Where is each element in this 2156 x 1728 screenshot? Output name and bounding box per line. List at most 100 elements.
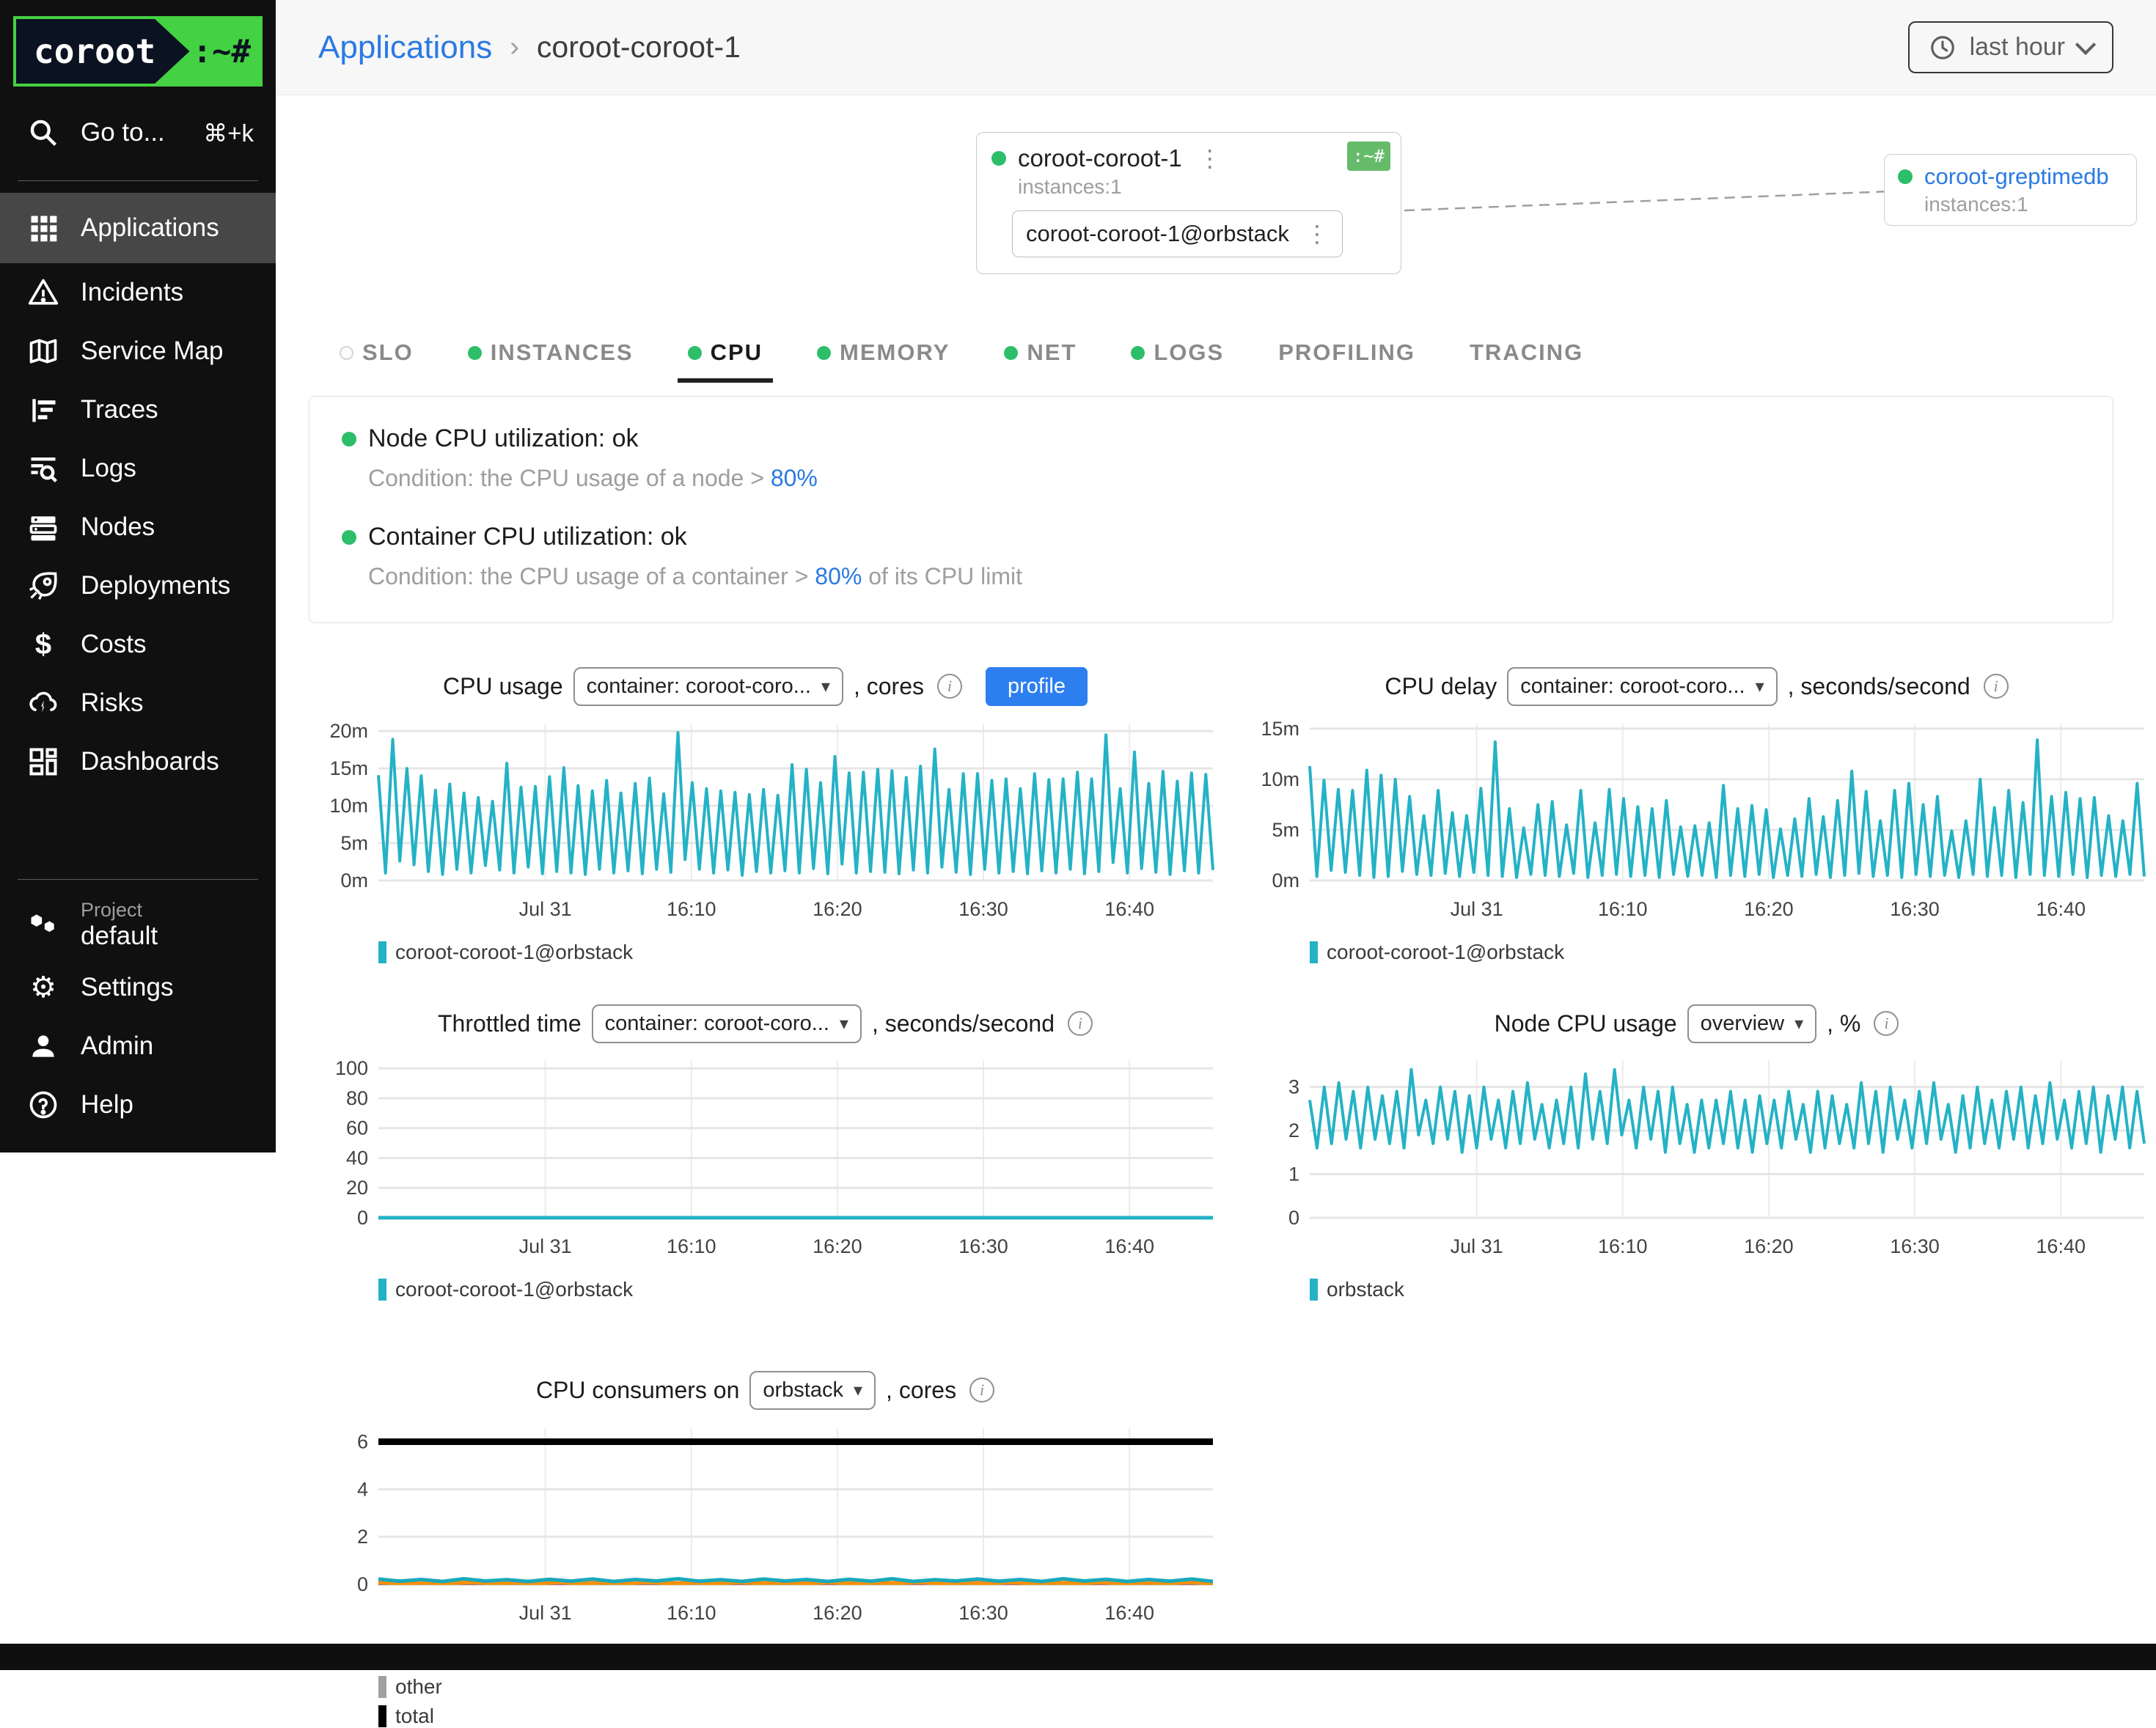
goto-search[interactable]: Go to... ⌘+k [0,97,276,169]
sidebar-collapse-button[interactable]: Collapse [0,1134,276,1193]
svg-text:16:10: 16:10 [667,1235,716,1257]
info-icon[interactable]: i [1984,674,2009,699]
svg-text:16:40: 16:40 [1104,898,1154,920]
sidebar-item-costs[interactable]: $ Costs [0,615,276,674]
svg-text:6: 6 [357,1430,368,1452]
app-link[interactable]: coroot-greptimedb [1924,163,2109,190]
sidebar-item-label: Nodes [81,512,155,542]
sidebar-item-traces[interactable]: Traces [0,380,276,439]
svg-text:Jul 31: Jul 31 [519,1235,572,1257]
svg-text:16:30: 16:30 [958,1235,1008,1257]
legend-item[interactable]: total [378,1705,434,1728]
legend-item[interactable]: orbstack [1310,1278,1404,1301]
search-icon [26,116,60,150]
threshold-link[interactable]: 80% [771,465,818,491]
sidebar-item-label: Logs [81,454,136,483]
legend-item[interactable]: coroot-coroot-1@orbstack [378,941,633,964]
container-selector-dropdown[interactable]: container: coroot-coro...▾ [592,1004,862,1043]
info-icon[interactable]: i [969,1378,994,1402]
svg-text:5m: 5m [1272,819,1299,841]
svg-text:0m: 0m [1272,869,1299,891]
sidebar-item-label: Dashboards [81,747,219,776]
tab-instances[interactable]: INSTANCES [468,320,634,386]
svg-text:16:30: 16:30 [958,898,1008,920]
sidebar-item-risks[interactable]: Risks [0,674,276,732]
sidebar-item-dashboards[interactable]: Dashboards [0,732,276,791]
tab-memory[interactable]: MEMORY [817,320,950,386]
question-circle-icon [26,1088,60,1122]
instances-status-dot [468,346,482,360]
cpu-usage-chart[interactable]: Jul 3116:1016:2016:3016:400m5m10m15m20m [309,713,1222,933]
sidebar-item-applications[interactable]: Applications [0,193,276,263]
instances-count: instances:1 [1018,175,1386,199]
cpu-consumers-chart[interactable]: Jul 3116:1016:2016:3016:400246 [309,1417,1222,1637]
dropdown-caret-icon: ▾ [854,1380,862,1401]
info-icon[interactable]: i [1874,1011,1899,1036]
info-icon[interactable]: i [937,674,962,699]
sidebar-item-logs[interactable]: Logs [0,439,276,498]
sidebar-item-label: Deployments [81,571,230,600]
sidebar-project-selector[interactable]: Project default [0,891,276,958]
tab-slo[interactable]: SLO [340,320,414,386]
legend-item[interactable]: coroot-coroot-1@orbstack [1310,941,1564,964]
breadcrumb-applications-link[interactable]: Applications [318,29,492,66]
logo[interactable]: coroot :~# [0,0,276,97]
svg-text:100: 100 [335,1057,368,1079]
check-container-cpu: Container CPU utilization: ok Condition:… [342,523,2080,590]
svg-text:2: 2 [1288,1119,1299,1141]
kebab-menu-icon[interactable]: ⋮ [1305,220,1329,248]
sidebar-item-label: Traces [81,395,158,424]
legend-item[interactable]: coroot-coroot-1@orbstack [378,1278,633,1301]
svg-text:0: 0 [1288,1207,1299,1229]
sidebar-item-deployments[interactable]: Deployments [0,556,276,615]
sidebar-item-help[interactable]: Help [0,1076,276,1134]
chart-cpu-usage: CPU usage container: coroot-coro...▾ , c… [309,663,1222,964]
svg-text:15m: 15m [329,757,368,779]
time-range-picker[interactable]: last hour [1908,21,2113,73]
tab-logs[interactable]: LOGS [1131,320,1224,386]
sidebar-item-service-map[interactable]: Service Map [0,322,276,380]
check-condition: Condition: the CPU usage of a node > 80% [368,465,2080,492]
container-selector-dropdown[interactable]: container: coroot-coro...▾ [1507,667,1777,706]
sidebar-item-incidents[interactable]: Incidents [0,263,276,322]
kebab-menu-icon[interactable]: ⋮ [1198,144,1222,172]
tab-cpu[interactable]: CPU [688,320,763,386]
node-cpu-usage-chart[interactable]: Jul 3116:1016:2016:3016:400123 [1240,1051,2153,1271]
server-stack-icon [26,510,60,544]
svg-text:3: 3 [1288,1076,1299,1098]
log-search-icon [26,452,60,485]
sidebar-item-admin[interactable]: Admin [0,1017,276,1076]
profile-button[interactable]: profile [986,667,1088,706]
svg-text:Jul 31: Jul 31 [1451,1235,1503,1257]
sidebar-item-settings[interactable]: ⚙ Settings [0,958,276,1017]
instance-chip[interactable]: coroot-coroot-1@orbstack ⋮ [1012,210,1343,257]
throttled-time-chart[interactable]: Jul 3116:1016:2016:3016:40020406080100 [309,1051,1222,1271]
svg-text:16:20: 16:20 [813,1235,862,1257]
service-map-diagram: :~# coroot-coroot-1 ⋮ instances:1 coroot… [309,95,2156,315]
node-selector-dropdown[interactable]: orbstack▾ [749,1371,876,1410]
chart-unit: , % [1827,1010,1860,1037]
container-selector-dropdown[interactable]: container: coroot-coro...▾ [573,667,843,706]
tab-tracing[interactable]: TRACING [1470,320,1583,386]
logs-status-dot [1131,346,1145,360]
sidebar: coroot :~# Go to... ⌘+k Applications Inc… [0,0,276,1152]
tab-profiling[interactable]: PROFILING [1278,320,1415,386]
svg-text:16:10: 16:10 [667,1602,716,1624]
sidebar-divider [18,879,258,880]
dropdown-caret-icon: ▾ [821,676,830,697]
sidebar-item-nodes[interactable]: Nodes [0,498,276,556]
slo-status-dot [340,346,353,360]
app-card-coroot-coroot-1[interactable]: :~# coroot-coroot-1 ⋮ instances:1 coroot… [976,132,1401,274]
svg-text:0m: 0m [340,869,368,891]
threshold-link[interactable]: 80% [815,563,862,589]
sidebar-item-label: Applications [81,213,219,243]
legend-item[interactable]: other [378,1675,442,1699]
app-card-coroot-greptimedb[interactable]: coroot-greptimedb instances:1 [1884,154,2137,226]
svg-text:16:30: 16:30 [1890,1235,1940,1257]
project-name: default [81,922,158,951]
cpu-delay-chart[interactable]: Jul 3116:1016:2016:3016:400m5m10m15m [1240,713,2153,933]
info-icon[interactable]: i [1068,1011,1093,1036]
tab-net[interactable]: NET [1004,320,1077,386]
chart-unit: , cores [886,1377,956,1404]
view-selector-dropdown[interactable]: overview▾ [1687,1004,1816,1043]
